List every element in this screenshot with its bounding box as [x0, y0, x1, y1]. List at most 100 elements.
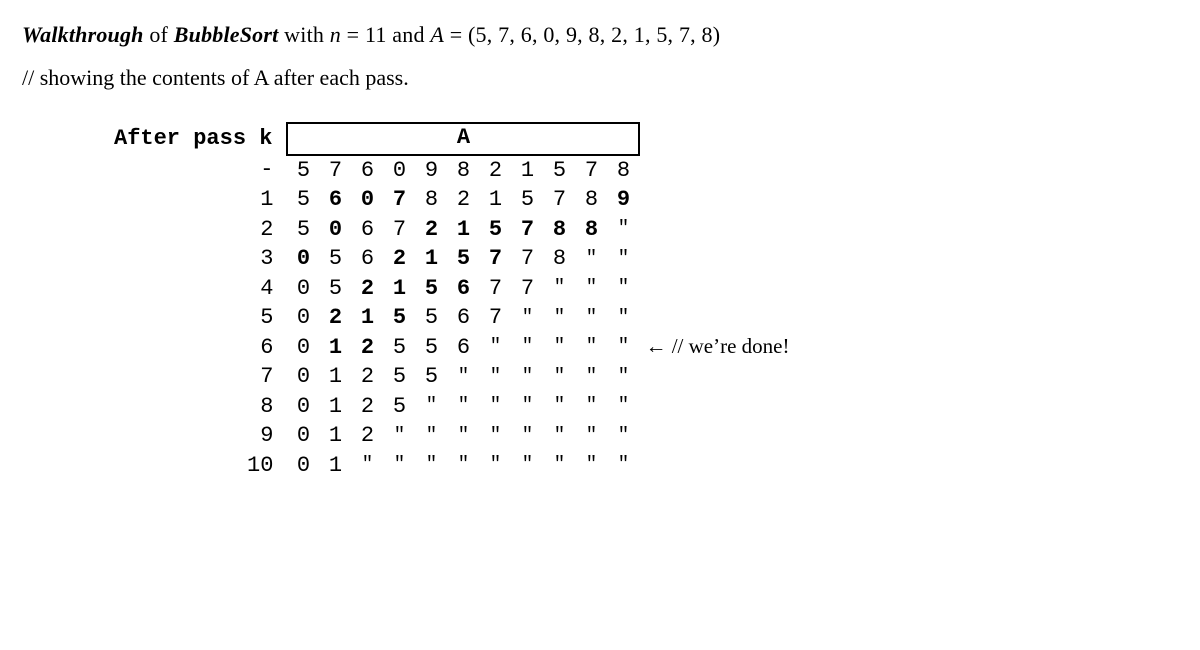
- ditto-cell: ": [511, 421, 543, 451]
- array-cell: 8: [543, 215, 575, 245]
- array-cell: 5: [383, 303, 415, 333]
- array-cell: 5: [287, 185, 319, 215]
- ditto-cell: ": [479, 333, 511, 363]
- ditto-cell: ": [479, 421, 511, 451]
- array-cell: 1: [415, 244, 447, 274]
- table-row: 3056215778"": [110, 244, 793, 274]
- array-cell: 6: [447, 303, 479, 333]
- ditto-cell: ": [575, 451, 607, 481]
- array-cell: 2: [351, 274, 383, 304]
- array-cell: 5: [415, 303, 447, 333]
- row-spacer: [639, 185, 793, 215]
- algo-name: BubbleSort: [174, 22, 279, 47]
- ditto-cell: ": [511, 451, 543, 481]
- table-row: 50215567"""": [110, 303, 793, 333]
- array-cell: 5: [383, 392, 415, 422]
- row-spacer: [639, 392, 793, 422]
- header-left: After pass k: [110, 123, 287, 155]
- array-cell: 1: [511, 155, 543, 186]
- array-cell: 8: [447, 155, 479, 186]
- row-spacer: [639, 274, 793, 304]
- array-cell: 2: [479, 155, 511, 186]
- table-body: -5760982157815607821578925067215788"3056…: [110, 155, 793, 481]
- a-var: A: [430, 22, 444, 47]
- table-row: 6012556"""""← // we’re done!: [110, 333, 793, 363]
- row-label: 2: [110, 215, 287, 245]
- row-spacer: [639, 362, 793, 392]
- ditto-cell: ": [607, 303, 639, 333]
- ditto-cell: ": [607, 362, 639, 392]
- ditto-cell: ": [575, 244, 607, 274]
- array-cell: 1: [319, 392, 351, 422]
- array-cell: 0: [383, 155, 415, 186]
- ditto-cell: ": [479, 362, 511, 392]
- ditto-cell: ": [447, 392, 479, 422]
- table-row: 701255"""""": [110, 362, 793, 392]
- array-cell: 0: [287, 421, 319, 451]
- table-header-row: After pass k A: [110, 123, 793, 155]
- walkthrough-word: Walkthrough: [22, 22, 144, 47]
- header-a: A: [287, 123, 639, 155]
- array-cell: 5: [383, 333, 415, 363]
- ditto-cell: ": [543, 303, 575, 333]
- array-cell: 1: [319, 421, 351, 451]
- array-cell: 1: [319, 362, 351, 392]
- ditto-cell: ": [575, 421, 607, 451]
- row-label: 6: [110, 333, 287, 363]
- ditto-cell: ": [575, 333, 607, 363]
- ditto-cell: ": [415, 451, 447, 481]
- array-cell: 8: [575, 185, 607, 215]
- row-label: 4: [110, 274, 287, 304]
- array-cell: 2: [415, 215, 447, 245]
- table-row: 1001""""""""": [110, 451, 793, 481]
- table-row: -57609821578: [110, 155, 793, 186]
- row-label: 1: [110, 185, 287, 215]
- table-wrapper: After pass k A -576098215781560782157892…: [110, 122, 1178, 480]
- array-cell: 0: [287, 333, 319, 363]
- array-cell: 1: [383, 274, 415, 304]
- row-label: 3: [110, 244, 287, 274]
- array-cell: 0: [287, 303, 319, 333]
- array-cell: 5: [415, 333, 447, 363]
- array-cell: 1: [351, 303, 383, 333]
- array-cell: 0: [287, 274, 319, 304]
- ditto-cell: ": [607, 392, 639, 422]
- array-cell: 5: [447, 244, 479, 274]
- array-cell: 5: [415, 274, 447, 304]
- row-label: 7: [110, 362, 287, 392]
- ditto-cell: ": [575, 392, 607, 422]
- array-cell: 7: [319, 155, 351, 186]
- array-cell: 5: [319, 274, 351, 304]
- array-cell: 7: [511, 215, 543, 245]
- ditto-cell: ": [511, 333, 543, 363]
- ditto-cell: ": [415, 421, 447, 451]
- array-cell: 2: [351, 333, 383, 363]
- array-cell: 7: [511, 244, 543, 274]
- row-label: 10: [110, 451, 287, 481]
- equals2: =: [444, 22, 468, 47]
- array-cell: 8: [607, 155, 639, 186]
- table-row: 156078215789: [110, 185, 793, 215]
- ditto-cell: ": [543, 274, 575, 304]
- array-cell: 7: [543, 185, 575, 215]
- row-spacer: [639, 244, 793, 274]
- row-label: 8: [110, 392, 287, 422]
- row-spacer: [639, 421, 793, 451]
- with-n-prefix: with: [278, 22, 329, 47]
- ditto-cell: ": [511, 392, 543, 422]
- ditto-cell: ": [575, 303, 607, 333]
- done-annotation: ← // we’re done!: [639, 332, 793, 362]
- row-label: -: [110, 155, 287, 186]
- array-cell: 0: [287, 362, 319, 392]
- row-spacer: [639, 451, 793, 481]
- array-cell: 1: [319, 333, 351, 363]
- ditto-cell: ": [607, 451, 639, 481]
- table-row: 80125""""""": [110, 392, 793, 422]
- array-cell: 5: [287, 215, 319, 245]
- array-cell: 1: [319, 451, 351, 481]
- ditto-cell: ": [383, 421, 415, 451]
- array-cell: 6: [351, 244, 383, 274]
- walkthrough-table: After pass k A -576098215781560782157892…: [110, 122, 793, 480]
- ditto-cell: ": [607, 244, 639, 274]
- ditto-cell: ": [543, 362, 575, 392]
